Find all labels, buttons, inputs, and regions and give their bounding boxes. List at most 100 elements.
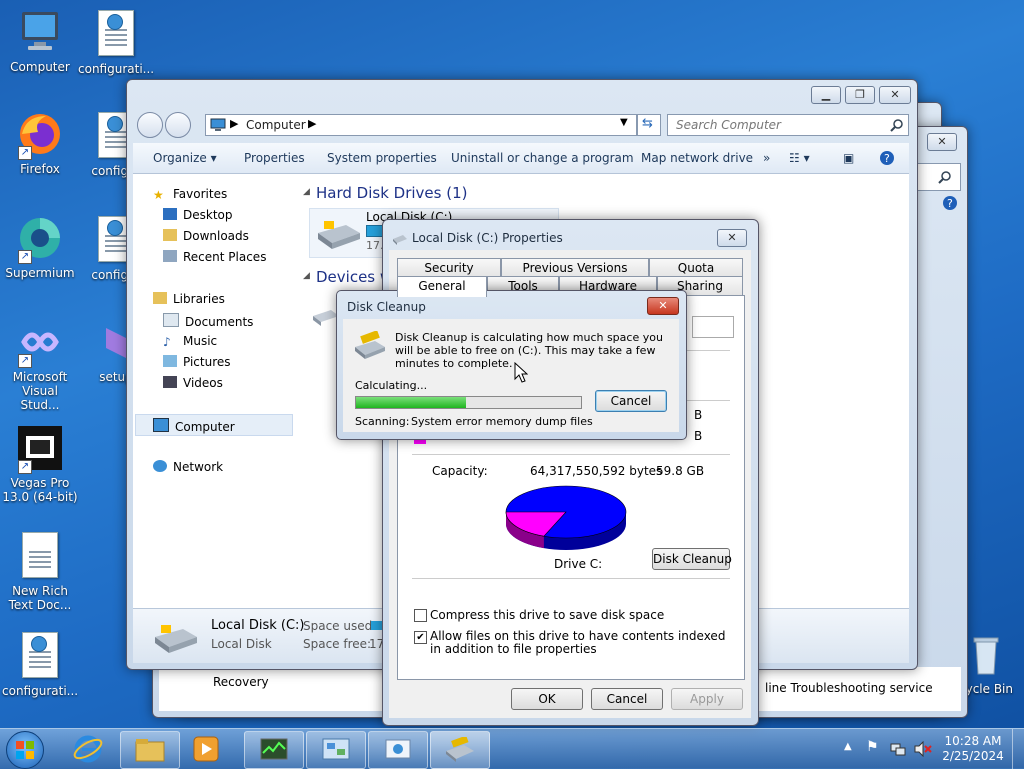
nav-recent-places[interactable]: Recent Places [163,250,266,264]
nav-libraries[interactable]: Libraries [153,292,225,306]
network-icon[interactable] [890,741,906,757]
clock[interactable]: 10:28 AM 2/25/2024 [940,734,1006,764]
show-hidden-icons-button[interactable]: ▲ [844,741,852,752]
action-center-flag-icon[interactable]: ⚑ [866,739,879,755]
desktop-icon-computer[interactable]: Computer [2,8,78,74]
ok-button[interactable]: OK [511,688,583,710]
desktop-icon-label: Firefox [20,162,60,176]
organize-button[interactable]: Organize ▾ [153,151,217,165]
help-icon[interactable]: ? [942,195,958,211]
desktop-icon-supermium[interactable]: ↗ Supermium [2,214,78,280]
desktop-icon-vegas-pro[interactable]: ↗ Vegas Pro 13.0 (64-bit) [2,424,78,504]
pictures-icon [163,355,177,367]
cleanup-message: Disk Cleanup is calculating how much spa… [395,331,663,370]
taskbar-system-window[interactable] [368,731,428,769]
more-button[interactable]: » [763,151,770,165]
forward-button[interactable] [165,112,191,138]
capacity-label: Capacity: [432,464,488,478]
close-button[interactable]: ✕ [879,86,911,104]
tab-quota[interactable]: Quota [649,258,743,277]
tab-general[interactable]: General [397,276,487,297]
progress-fill [356,397,467,408]
task-manager-icon [260,738,288,760]
close-button[interactable]: ✕ [927,133,957,151]
cancel-button[interactable]: Cancel [591,688,663,710]
close-icon: ✕ [727,231,737,244]
desktop-icon-config-4[interactable]: configurati... [2,630,78,698]
breadcrumb-computer[interactable]: Computer [246,118,306,132]
breadcrumb-arrow-icon[interactable]: ▶ [308,117,316,130]
search-box[interactable] [917,163,961,191]
help-icon[interactable]: ? [879,150,895,166]
devices-header[interactable]: Devices w [316,268,392,286]
network-icon [153,460,167,472]
index-checkbox[interactable]: ✔ [414,631,427,644]
cleanup-body: Disk Cleanup is calculating how much spa… [343,319,679,432]
nav-videos[interactable]: Videos [163,376,223,390]
back-button[interactable] [137,112,163,138]
taskbar-disk-cleanup[interactable] [430,731,490,769]
show-desktop-button[interactable] [1012,729,1024,769]
taskbar-task-manager[interactable] [244,731,304,769]
taskbar-internet-explorer[interactable] [72,733,104,765]
nav-desktop[interactable]: Desktop [163,208,233,222]
uninstall-button[interactable]: Uninstall or change a program [451,151,634,165]
start-button[interactable] [6,731,44,769]
map-network-drive-button[interactable]: Map network drive [641,151,753,165]
refresh-button[interactable]: ⇆ [637,114,661,136]
nav-documents[interactable]: Documents [163,313,253,329]
desktop-icon-firefox[interactable]: ↗ Firefox [2,110,78,176]
nav-computer[interactable]: Computer [153,418,235,434]
search-input[interactable]: Search Computer [667,114,909,136]
compress-checkbox[interactable] [414,609,427,622]
close-icon: ✕ [890,88,900,101]
desktop-icon-config-1[interactable]: configurati... [78,8,154,76]
windows-logo-icon [16,741,34,759]
apply-button[interactable]: Apply [671,688,743,710]
label-input[interactable] [692,316,734,338]
disk-cleanup-icon [446,737,474,762]
nav-downloads[interactable]: Downloads [163,229,249,243]
cleanup-cancel-button[interactable]: Cancel [595,390,667,412]
collapse-arrow-icon[interactable]: ◢ [303,271,310,281]
details-drive-name: Local Disk (C:) [211,618,305,633]
hard-disk-drives-header[interactable]: Hard Disk Drives (1) [316,184,467,202]
search-placeholder: Search Computer [676,118,781,132]
preview-pane-icon[interactable]: ▣ [843,151,854,165]
cleanup-status: Calculating... [355,379,428,392]
desktop-icon-visual-studio[interactable]: ↗ Microsoft Visual Stud... [2,318,78,412]
system-properties-button[interactable]: System properties [327,151,437,165]
space-used-label: Space used: [303,619,377,633]
command-bar: Organize ▾ Properties System properties … [133,143,909,174]
svg-text:?: ? [947,197,953,210]
close-button[interactable]: ✕ [647,297,679,315]
capacity-bytes: 64,317,550,592 bytes [530,464,663,478]
minimize-button[interactable]: ▁ [811,86,841,104]
maximize-button[interactable]: ❐ [845,86,875,104]
nav-network[interactable]: Network [153,460,223,474]
taskbar-media-player[interactable] [190,733,222,765]
disk-cleanup-button[interactable]: Disk Cleanup [652,548,732,570]
volume-muted-icon[interactable] [914,741,932,757]
tab-security[interactable]: Security [397,258,501,277]
taskbar-explorer[interactable] [120,731,180,769]
properties-button[interactable]: Properties [244,151,305,165]
nav-pictures[interactable]: Pictures [163,355,231,369]
compress-label: Compress this drive to save disk space [430,608,665,622]
capacity-gb: 59.8 GB [656,464,705,478]
view-options-icon[interactable]: ☷ ▾ [789,151,810,165]
nav-favorites[interactable]: ★ Favorites [153,187,227,202]
clock-date: 2/25/2024 [942,749,1004,763]
nav-music[interactable]: ♪ Music [163,334,217,349]
chevron-down-icon[interactable]: ▼ [620,117,628,128]
media-player-icon [193,736,219,762]
collapse-arrow-icon[interactable]: ◢ [303,187,310,197]
refresh-icon: ⇆ [642,116,653,131]
close-button[interactable]: ✕ [717,229,747,247]
desktop-icon-rich-text[interactable]: New Rich Text Doc... [2,530,78,612]
taskbar-control-panel[interactable] [306,731,366,769]
cleanup-title: Disk Cleanup [347,300,426,314]
disk-cleanup-dialog[interactable]: Disk Cleanup ✕ Disk Cleanup is calculati… [336,290,687,440]
address-bar[interactable]: ▶ Computer ▶ ▼ [205,114,637,136]
tab-previous-versions[interactable]: Previous Versions [501,258,649,277]
